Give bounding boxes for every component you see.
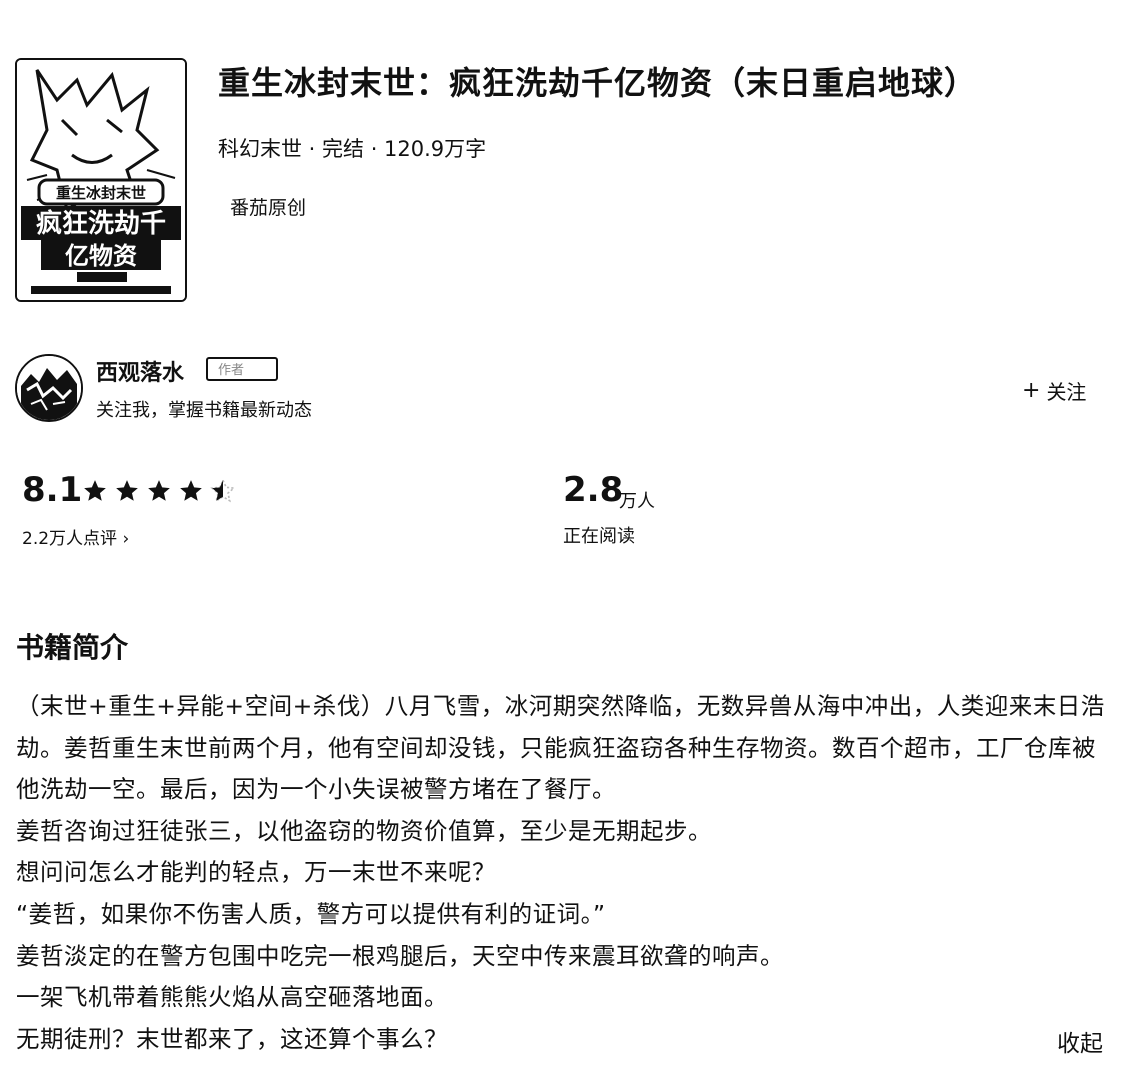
readers-label: 正在阅读	[563, 526, 635, 547]
follow-label: 关注	[1046, 380, 1087, 404]
author-description: 关注我，掌握书籍最新动态	[96, 400, 312, 421]
reviews-link[interactable]: 2.2万人点评 ›	[22, 524, 129, 549]
star-full-icon	[116, 480, 138, 501]
synopsis-paragraph: 姜哲淡定的在警方包围中吃完一根鸡腿后，天空中传来震耳欲聋的响声。	[16, 941, 784, 970]
star-full-icon	[180, 480, 202, 501]
author-avatar[interactable]	[15, 354, 83, 422]
star-half-icon	[210, 478, 236, 503]
rating-score: 8.1	[22, 470, 83, 510]
synopsis-paragraph: 无期徒刑？末世都来了，这还算个事么？	[16, 1024, 448, 1053]
star-full-icon	[148, 480, 170, 501]
reviews-label: 2.2万人点评	[22, 529, 118, 549]
follow-button[interactable]: + 关注	[1022, 376, 1086, 405]
synopsis-paragraph: 姜哲咨询过狂徒张三，以他盗窃的物资价值算，至少是无期起步。	[16, 816, 712, 845]
synopsis-paragraph: “姜哲，如果你不伤害人质，警方可以提供有利的证词。”	[16, 899, 606, 928]
author-badge: 作者	[206, 357, 278, 381]
star-full-icon	[84, 480, 106, 501]
synopsis-paragraph: （末世+重生+异能+空间+杀伐）八月飞雪，冰河期突然降临，无数异兽从海中冲出，人…	[16, 692, 1105, 804]
rating-stars	[82, 478, 236, 504]
synopsis-paragraph: 一架飞机带着熊熊火焰从高空砸落地面。	[16, 983, 448, 1012]
book-cover-image: 重生冰封末世 疯狂洗劫千 亿物资	[17, 60, 185, 300]
readers-number: 2.8	[563, 470, 624, 510]
book-cover[interactable]: 重生冰封末世 疯狂洗劫千 亿物资	[15, 58, 187, 302]
synopsis-paragraph: 想问问怎么才能判的轻点，万一末世不来呢？	[16, 858, 496, 887]
author-name[interactable]: 西观落水	[96, 355, 184, 387]
readers-unit: 万人	[619, 491, 655, 512]
synopsis-heading: 书籍简介	[16, 631, 129, 664]
avatar-image	[17, 356, 81, 420]
book-title: 重生冰封末世：疯狂洗劫千亿物资（末日重启地球）	[218, 64, 978, 102]
cover-line1: 重生冰封末世	[56, 184, 146, 202]
chevron-right-icon: ›	[122, 529, 130, 549]
cover-line2: 疯狂洗劫千	[36, 208, 166, 239]
synopsis-body: （末世+重生+异能+空间+杀伐）八月飞雪，冰河期突然降临，无数异兽从海中冲出，人…	[16, 686, 1116, 1060]
book-meta: 科幻末世 · 完结 · 120.9万字	[218, 137, 487, 161]
cover-line3: 亿物资	[65, 242, 137, 270]
book-source: 番茄原创	[230, 197, 307, 219]
plus-icon: +	[1022, 377, 1041, 403]
collapse-button[interactable]: 收起	[1057, 1024, 1103, 1058]
